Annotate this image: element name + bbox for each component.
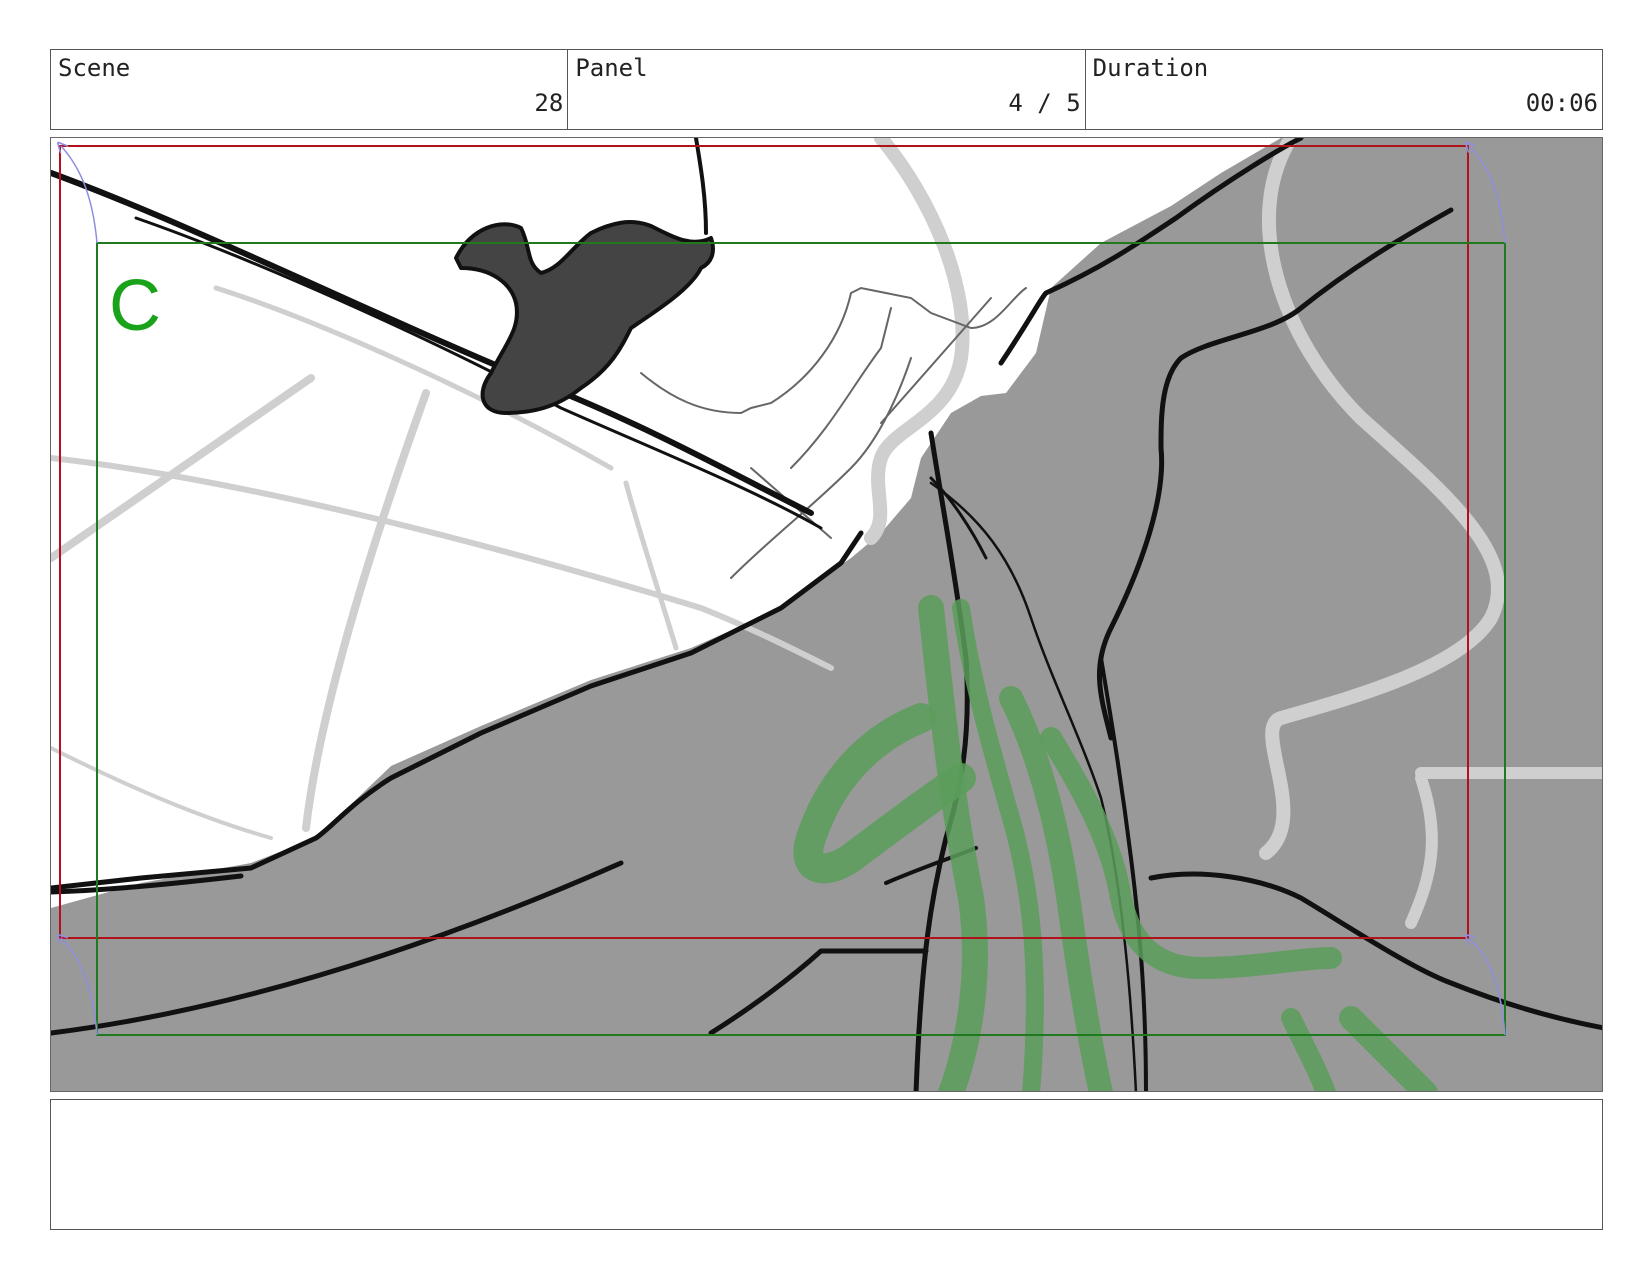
duration-value[interactable]: 00:06	[1526, 89, 1598, 117]
panel-header: Scene 28 Panel 4 / 5 Duration 00:06	[50, 49, 1603, 130]
duration-label: Duration	[1092, 54, 1209, 82]
scene-number[interactable]: 28	[534, 89, 563, 117]
storyboard-sketch: C	[51, 138, 1602, 1091]
camera-label: C	[109, 266, 161, 346]
panel-notes-box[interactable]	[50, 1099, 1603, 1230]
storyboard-panel-frame[interactable]: C	[50, 137, 1603, 1092]
scene-label: Scene	[58, 54, 131, 82]
panel-field: Panel 4 / 5	[568, 50, 1086, 129]
scene-field: Scene 28	[51, 50, 569, 129]
duration-field: Duration 00:06	[1086, 50, 1602, 129]
panel-number[interactable]: 4 / 5	[1008, 89, 1080, 117]
panel-label: Panel	[575, 54, 648, 82]
